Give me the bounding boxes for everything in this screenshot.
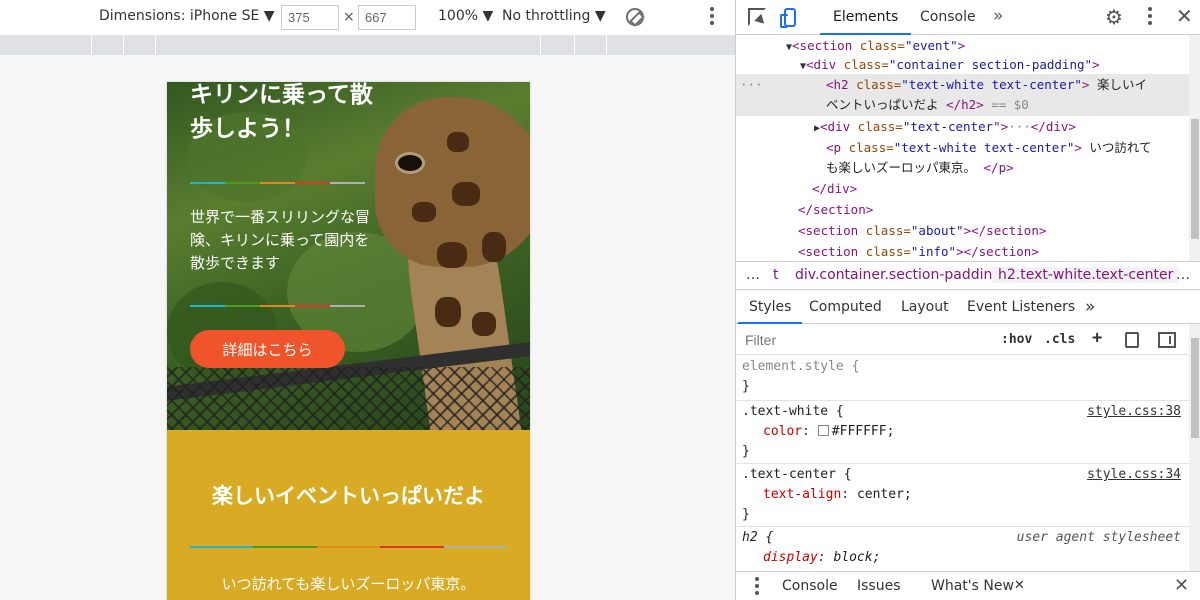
dom-node-section-about[interactable]: <section class="about"></section>: [798, 220, 1046, 241]
more-options-icon[interactable]: [710, 7, 714, 27]
event-section: 楽しいイベントいっぱいだよ いつ訪れても楽しいズーロッパ東京。: [167, 430, 530, 600]
times-sign: ×: [343, 9, 355, 25]
drawer-tab-console[interactable]: Console: [782, 578, 838, 594]
details-button[interactable]: 詳細はこちら: [190, 330, 345, 368]
tab-elements[interactable]: Elements: [820, 0, 912, 35]
dropdown-arrow-icon: ▼: [263, 8, 275, 24]
hover-state-button[interactable]: :hov: [1001, 332, 1032, 347]
devtools-tabbar: Elements Console » ⚙ ✕: [736, 0, 1200, 35]
tab-styles[interactable]: Styles: [738, 290, 803, 324]
event-color-line: [190, 546, 508, 548]
device-toolbar-icon[interactable]: [780, 8, 796, 28]
source-link[interactable]: style.css:38: [1087, 404, 1181, 419]
drawer-menu-icon[interactable]: [755, 577, 759, 597]
source-link[interactable]: style.css:34: [1087, 467, 1181, 482]
event-text: いつ訪れても楽しいズーロッパ東京。: [221, 575, 476, 593]
node-actions-ellipsis[interactable]: ···: [740, 74, 763, 95]
tab-event-listeners[interactable]: Event Listeners: [967, 290, 1075, 324]
styles-tabbar: Styles Computed Layout Event Listeners »: [736, 290, 1200, 324]
tab-console[interactable]: Console: [920, 0, 976, 35]
hero-title: キリンに乗って散歩しよう！: [190, 82, 373, 142]
close-tab-icon[interactable]: ✕: [1014, 578, 1025, 593]
breadcrumb-item-h2[interactable]: h2.text-white.text-center: [992, 267, 1180, 283]
breadcrumb-overflow[interactable]: …: [746, 267, 760, 283]
zoom-select[interactable]: 100% ▼: [438, 8, 493, 24]
dom-node-text-center[interactable]: ▶<div class="text-center">···</div>: [814, 116, 1076, 137]
drawer-tab-whats-new[interactable]: What's New: [931, 578, 1014, 594]
tab-computed[interactable]: Computed: [809, 290, 882, 324]
devtools-panel: Elements Console » ⚙ ✕ ▼<section class="…: [735, 0, 1200, 600]
breadcrumb-overflow-right[interactable]: …: [1176, 267, 1190, 283]
throttling-select[interactable]: No throttling ▼: [502, 8, 606, 24]
dom-tree: ▼<section class="event"> ▼<div class="co…: [736, 35, 1189, 261]
dom-node-h2-text[interactable]: ベントいっぱいだよ </h2> == $0: [826, 94, 1029, 115]
event-title: 楽しいイベントいっぱいだよ: [212, 484, 485, 508]
dom-node-p-text[interactable]: も楽しいズーロッパ東京。 </p>: [826, 157, 1014, 178]
user-agent-label: user agent stylesheet: [1016, 530, 1181, 545]
rule-h2[interactable]: h2 { user agent stylesheet display: bloc…: [736, 527, 1189, 571]
device-toolbar: Dimensions: iPhone SE ▼ × 100% ▼ No thro…: [0, 0, 735, 35]
dom-node-section-info[interactable]: <section class="info"></section>: [798, 241, 1039, 261]
mobile-viewport: キリンに乗って散歩しよう！ 世界で一番スリリングな冒険、キリンに乗って園内を散歩…: [167, 82, 530, 600]
height-input[interactable]: [358, 5, 416, 30]
zoom-label: 100%: [438, 8, 479, 24]
dropdown-arrow-icon: ▼: [594, 8, 606, 24]
more-tabs-icon[interactable]: »: [993, 6, 1003, 26]
hero-text: 世界で一番スリリングな冒険、キリンに乗って園内を散歩できます: [190, 208, 371, 272]
rule-text-center[interactable]: .text-center { style.css:34 text-align: …: [736, 464, 1189, 527]
dom-node-h2-selected[interactable]: <h2 class="text-white text-center"> 楽しいイ: [826, 74, 1147, 95]
hero-color-line-bottom: [190, 305, 365, 307]
dimensions-select[interactable]: Dimensions: iPhone SE ▼: [99, 8, 275, 24]
drawer-tabbar: Console Issues What's New ✕ ✕: [736, 571, 1200, 600]
breadcrumb: … t div.container.section-padding h2.tex…: [736, 261, 1200, 290]
dom-node-div-close[interactable]: </div>: [812, 178, 857, 199]
new-rule-button[interactable]: +: [1092, 328, 1102, 348]
more-style-tabs-icon[interactable]: »: [1085, 290, 1095, 324]
dimensions-label: Dimensions: iPhone SE: [99, 8, 260, 24]
styles-scrollbar[interactable]: [1189, 324, 1200, 571]
media-query-ruler[interactable]: [0, 35, 735, 55]
close-drawer-icon[interactable]: ✕: [1174, 575, 1189, 596]
dom-tree-scrollbar[interactable]: [1189, 35, 1200, 261]
color-swatch-icon[interactable]: [817, 425, 829, 436]
sidebar-toggle-icon[interactable]: [1158, 332, 1176, 348]
breadcrumb-item[interactable]: t: [773, 267, 779, 283]
width-input[interactable]: [281, 5, 339, 30]
close-icon[interactable]: ✕: [1176, 4, 1193, 28]
dropdown-arrow-icon: ▼: [482, 8, 494, 24]
throttling-label: No throttling: [502, 8, 591, 24]
style-rules: element.style { } .text-white { style.cs…: [736, 356, 1189, 571]
class-toggle-button[interactable]: .cls: [1044, 332, 1075, 347]
more-options-icon[interactable]: [1148, 7, 1152, 27]
drawer-tab-issues[interactable]: Issues: [857, 578, 901, 594]
hero-color-line-top: [190, 182, 365, 184]
rule-text-white[interactable]: .text-white { style.css:38 color: #FFFFF…: [736, 401, 1189, 464]
dom-node-section-close[interactable]: </section>: [798, 199, 873, 220]
breadcrumb-item-container[interactable]: div.container.section-padding: [795, 267, 1001, 283]
gear-icon[interactable]: ⚙: [1105, 7, 1125, 27]
rotate-icon[interactable]: [626, 8, 644, 26]
filter-input[interactable]: [739, 328, 989, 352]
paint-brush-icon[interactable]: [1125, 332, 1139, 348]
dom-node-p[interactable]: <p class="text-white text-center"> いつ訪れて: [826, 137, 1152, 158]
styles-filter-bar: :hov .cls +: [736, 325, 1200, 355]
dom-node-container[interactable]: ▼<div class="container section-padding">: [800, 54, 1100, 75]
tab-layout[interactable]: Layout: [901, 290, 949, 324]
device-emulation-area: Dimensions: iPhone SE ▼ × 100% ▼ No thro…: [0, 0, 735, 600]
hero-section: キリンに乗って散歩しよう！ 世界で一番スリリングな冒険、キリンに乗って園内を散歩…: [167, 82, 530, 430]
dom-node-section-event[interactable]: ▼<section class="event">: [786, 35, 965, 56]
rule-element-style[interactable]: element.style { }: [736, 356, 1189, 401]
inspect-element-icon[interactable]: [748, 8, 766, 26]
